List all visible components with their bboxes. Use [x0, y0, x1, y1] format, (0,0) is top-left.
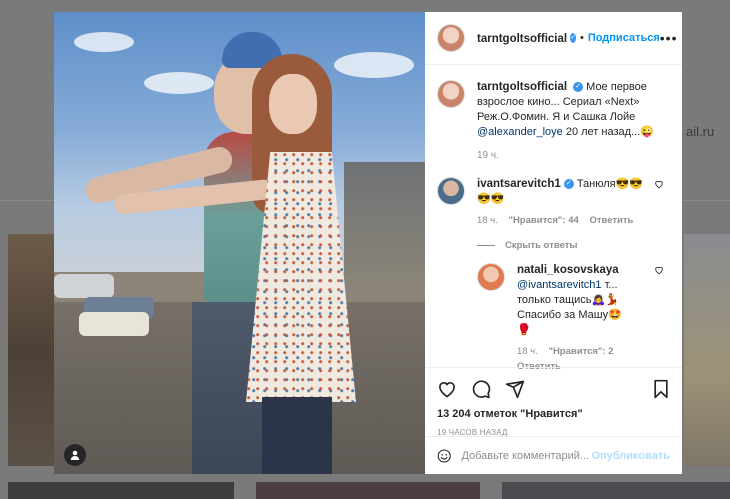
reply-time[interactable]: 18 ч.: [517, 346, 538, 357]
photo-girl-legs: [262, 397, 332, 474]
post-photo[interactable]: [54, 12, 425, 474]
verified-icon: ✓: [563, 179, 574, 190]
reply-mention[interactable]: @ivantsarevitch1: [517, 279, 602, 291]
avatar[interactable]: [437, 177, 465, 205]
post-header: tarntgoltsofficial ✓ • Подписаться •••: [425, 12, 682, 65]
tagged-user-icon[interactable]: [64, 444, 86, 466]
reply-author[interactable]: natali_kosovskaya: [517, 264, 619, 276]
caption-time[interactable]: 19 ч.: [477, 148, 670, 163]
hide-replies-line: [477, 245, 495, 246]
verified-icon: ✓: [570, 33, 576, 43]
background-thumbnail[interactable]: [256, 482, 480, 499]
caption-author[interactable]: tarntgoltsofficial: [477, 81, 567, 93]
caption-mention[interactable]: @alexander_loye: [477, 126, 563, 138]
photo-cloud: [334, 52, 414, 78]
comment-time[interactable]: 18 ч.: [477, 215, 498, 226]
comments-list: tarntgoltsofficial ✓ Мое первое взрослое …: [425, 66, 682, 372]
verified-icon: ✓: [573, 82, 584, 93]
comment-item: ivantsarevitch1 ✓ Танюля😎😎 😎😎 18 ч. "Нрав…: [437, 177, 670, 228]
photo-car: [79, 312, 149, 336]
follow-button[interactable]: Подписаться: [588, 32, 660, 44]
emoji-icon[interactable]: [437, 447, 451, 465]
background-text: ail.ru: [686, 124, 715, 139]
caption-text-end: 20 лет назад...😜: [562, 126, 654, 138]
like-comment-icon[interactable]: [654, 179, 664, 192]
comment-likes[interactable]: "Нравится": 44: [508, 215, 578, 226]
comment-meta: 18 ч. "Нравится": 44 Ответить: [477, 213, 647, 228]
photo-girl-face: [269, 74, 317, 134]
bookmark-icon[interactable]: [652, 379, 670, 399]
background-thumbnail[interactable]: [502, 482, 730, 499]
reply-likes[interactable]: "Нравится": 2: [548, 346, 613, 357]
action-row: [437, 376, 670, 402]
author-username[interactable]: tarntgoltsofficial: [477, 29, 567, 47]
comment-author[interactable]: ivantsarevitch1: [477, 178, 561, 190]
separator-dot: •: [579, 32, 584, 44]
publish-button[interactable]: Опубликовать: [591, 450, 670, 462]
post-sidebar: tarntgoltsofficial ✓ • Подписаться ••• t…: [425, 12, 682, 474]
background-thumbnail[interactable]: [8, 234, 54, 466]
background-thumbnail[interactable]: [8, 482, 234, 499]
more-options-icon[interactable]: •••: [660, 30, 678, 46]
post-modal: tarntgoltsofficial ✓ • Подписаться ••• t…: [54, 12, 682, 474]
hide-replies-label: Скрыть ответы: [505, 240, 578, 251]
add-comment-bar: Опубликовать: [425, 436, 682, 474]
photo-buildings: [344, 162, 425, 282]
like-icon[interactable]: [437, 379, 457, 399]
photo-cloud: [74, 32, 134, 52]
share-icon[interactable]: [505, 379, 525, 399]
background-thumbnail[interactable]: [684, 234, 730, 466]
photo-car: [54, 274, 114, 298]
likes-count[interactable]: 13 204 отметок "Нравится": [437, 408, 670, 420]
avatar[interactable]: [437, 80, 465, 108]
reply-button[interactable]: Ответить: [589, 215, 633, 226]
avatar[interactable]: [437, 24, 465, 52]
post-caption: tarntgoltsofficial ✓ Мое первое взрослое …: [437, 80, 670, 163]
comment-icon[interactable]: [471, 379, 491, 399]
like-reply-icon[interactable]: [654, 265, 664, 278]
comment-input[interactable]: [461, 449, 592, 462]
hide-replies-button[interactable]: Скрыть ответы: [477, 240, 670, 251]
reply-item: natali_kosovskaya @ivantsarevitch1 т... …: [477, 263, 670, 374]
photo-cloud: [144, 72, 214, 94]
post-actions: 13 204 отметок "Нравится" 19 ЧАСОВ НАЗАД: [425, 367, 682, 437]
avatar[interactable]: [477, 263, 505, 291]
